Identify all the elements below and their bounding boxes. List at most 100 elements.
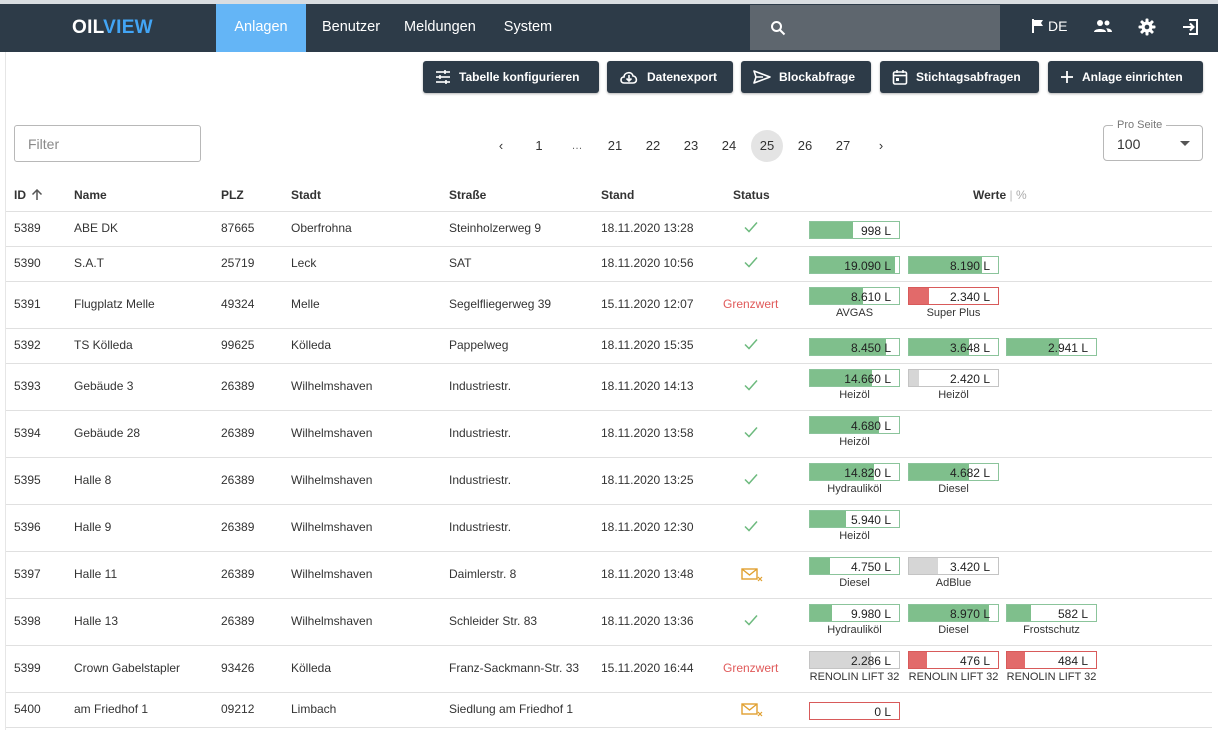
logout-icon[interactable] xyxy=(1182,18,1200,36)
table-row[interactable]: 5389 ABE DK 87665 Oberfrohna Steinholzerweg … xyxy=(6,212,1212,247)
logo[interactable]: OILVIEW xyxy=(72,17,153,39)
cell-name: Flugplatz Melle xyxy=(74,297,155,311)
tank-gauge[interactable]: 8.970 L xyxy=(908,604,999,622)
tank-gauge-fill xyxy=(810,558,831,574)
tank-gauge[interactable]: 2.340 L xyxy=(908,287,999,305)
col-header-values-label: Werte xyxy=(973,188,1007,202)
language-selector[interactable]: DE xyxy=(1031,18,1067,34)
cell-city: Kölleda xyxy=(291,338,332,352)
col-header-street[interactable]: Straße xyxy=(449,188,486,202)
tank-gauge[interactable]: 0 L xyxy=(809,702,900,720)
tank-gauge[interactable]: 9.980 L xyxy=(809,604,900,622)
nav-anlagen[interactable]: Anlagen xyxy=(216,4,306,52)
tank-gauge[interactable]: 2.420 L xyxy=(908,369,999,387)
table-row[interactable]: 5400 am Friedhof 1 09212 Limbach Siedlung am… xyxy=(6,693,1212,728)
per-page-select[interactable]: Pro Seite 100 xyxy=(1103,119,1203,161)
page-button-21[interactable]: 21 xyxy=(599,130,631,162)
filter-field[interactable] xyxy=(14,125,201,162)
col-header-id[interactable]: ID xyxy=(14,188,43,202)
page-button-25[interactable]: 25 xyxy=(751,130,783,162)
table-row[interactable]: 5395 Halle 8 26389 Wilhelmshaven Industriest… xyxy=(6,458,1212,505)
page-button-27[interactable]: 27 xyxy=(827,130,859,162)
cell-stand: 18.11.2020 13:36 xyxy=(601,614,694,628)
table-row[interactable]: 5399 Crown Gabelstapler 93426 Kölleda Franz-… xyxy=(6,646,1212,693)
reference-date-query-button[interactable]: Stichtagsabfragen xyxy=(880,61,1039,93)
gear-icon[interactable] xyxy=(1138,18,1156,36)
nav-system[interactable]: System xyxy=(490,4,570,52)
tank-gauge[interactable]: 4.682 L xyxy=(908,463,999,481)
nav-benutzer[interactable]: Benutzer xyxy=(306,4,392,52)
tank-gauge[interactable]: 4.680 L xyxy=(809,416,900,434)
page-button-26[interactable]: 26 xyxy=(789,130,821,162)
tank-gauge[interactable]: 4.750 L xyxy=(809,557,900,575)
cell-plz: 25719 xyxy=(221,256,255,270)
language-label: DE xyxy=(1048,18,1068,34)
table-row[interactable]: 5394 Gebäude 28 26389 Wilhelmshaven Industri… xyxy=(6,411,1212,458)
send-icon xyxy=(753,70,771,84)
tank-gauge[interactable]: 5.940 L xyxy=(809,510,900,528)
prev-page-button[interactable]: ‹ xyxy=(485,130,517,162)
cell-plz: 93426 xyxy=(221,661,255,675)
col-header-stand[interactable]: Stand xyxy=(601,188,634,202)
tank-gauge-value: 2.340 L xyxy=(949,290,990,304)
tank-gauge-value: 2.941 L xyxy=(1047,341,1088,355)
col-header-values-pct[interactable]: % xyxy=(1016,188,1027,202)
page-button-1[interactable]: 1 xyxy=(523,130,555,162)
nav-meldungen[interactable]: Meldungen xyxy=(392,4,490,52)
tank-gauge[interactable]: 8.450 L xyxy=(809,338,900,356)
data-export-button[interactable]: Datenexport xyxy=(607,61,733,93)
tank-gauge-value: 4.750 L xyxy=(850,560,891,574)
table-row[interactable]: 5390 S.A.T 25719 Leck SAT 18.11.2020 10:56 19.… xyxy=(6,247,1212,282)
search-box[interactable] xyxy=(750,5,1000,50)
tank-gauge-value: 476 L xyxy=(959,654,990,668)
page-button-23[interactable]: 23 xyxy=(675,130,707,162)
tank-gauge[interactable]: 2.941 L xyxy=(1006,338,1097,356)
next-page-button[interactable]: › xyxy=(865,130,897,162)
tank-gauge[interactable]: 14.820 L xyxy=(809,463,900,481)
col-header-city[interactable]: Stadt xyxy=(291,188,321,202)
tank-gauge[interactable]: 2.286 L xyxy=(809,651,900,669)
per-page-label: Pro Seite xyxy=(1113,119,1167,131)
tank-gauge[interactable]: 3.420 L xyxy=(908,557,999,575)
add-facility-button[interactable]: Anlage einrichten xyxy=(1048,61,1203,93)
plus-icon xyxy=(1061,71,1073,83)
table-row[interactable]: 5397 Halle 11 26389 Wilhelmshaven Daimlerstr… xyxy=(6,552,1212,599)
tank-gauge[interactable]: 8.190 L xyxy=(908,256,999,274)
tank-gauge[interactable]: 484 L xyxy=(1006,651,1097,669)
page-button-22[interactable]: 22 xyxy=(637,130,669,162)
tank-gauge[interactable]: 19.090 L xyxy=(809,256,900,274)
tank-gauge[interactable]: 8.610 L xyxy=(809,287,900,305)
table-row[interactable]: 5396 Halle 9 26389 Wilhelmshaven Industriest… xyxy=(6,505,1212,552)
configure-table-button[interactable]: Tabelle konfigurieren xyxy=(423,61,599,93)
users-icon[interactable] xyxy=(1093,18,1113,34)
col-header-values[interactable]: Werte | % xyxy=(973,188,1027,202)
tank-gauge-value: 9.980 L xyxy=(850,607,891,621)
cell-plz: 26389 xyxy=(221,473,255,487)
cell-plz: 26389 xyxy=(221,567,255,581)
top-line xyxy=(0,0,1218,4)
tank-gauge[interactable]: 3.648 L xyxy=(908,338,999,356)
block-query-button[interactable]: Blockabfrage xyxy=(741,61,871,93)
search-input[interactable] xyxy=(798,15,988,39)
tank-gauge-label: Heizöl xyxy=(839,436,870,448)
cell-stand: 18.11.2020 12:30 xyxy=(601,520,694,534)
filter-input[interactable] xyxy=(15,126,200,161)
flag-icon xyxy=(1032,19,1043,33)
col-header-name[interactable]: Name xyxy=(74,188,107,202)
col-header-id-label: ID xyxy=(14,188,26,202)
table-row[interactable]: 5393 Gebäude 3 26389 Wilhelmshaven Industrie… xyxy=(6,364,1212,411)
tank-gauge[interactable]: 998 L xyxy=(809,221,900,239)
tank-gauge-label: Frostschutz xyxy=(1023,624,1080,636)
tank-gauge-label: Heizöl xyxy=(938,389,969,401)
col-header-plz[interactable]: PLZ xyxy=(221,188,244,202)
table-row[interactable]: 5391 Flugplatz Melle 49324 Melle Segelfliege… xyxy=(6,282,1212,329)
cell-city: Leck xyxy=(291,256,317,270)
page-button-24[interactable]: 24 xyxy=(713,130,745,162)
tank-gauge[interactable]: 14.660 L xyxy=(809,369,900,387)
col-header-status[interactable]: Status xyxy=(733,188,770,202)
tank-gauge[interactable]: 582 L xyxy=(1006,604,1097,622)
tank-gauge[interactable]: 476 L xyxy=(908,651,999,669)
table-row[interactable]: 5392 TS Kölleda 99625 Kölleda Pappelweg 18.11… xyxy=(6,329,1212,364)
table-row[interactable]: 5398 Halle 13 26389 Wilhelmshaven Schleider … xyxy=(6,599,1212,646)
cell-stand: 18.11.2020 13:48 xyxy=(601,567,694,581)
